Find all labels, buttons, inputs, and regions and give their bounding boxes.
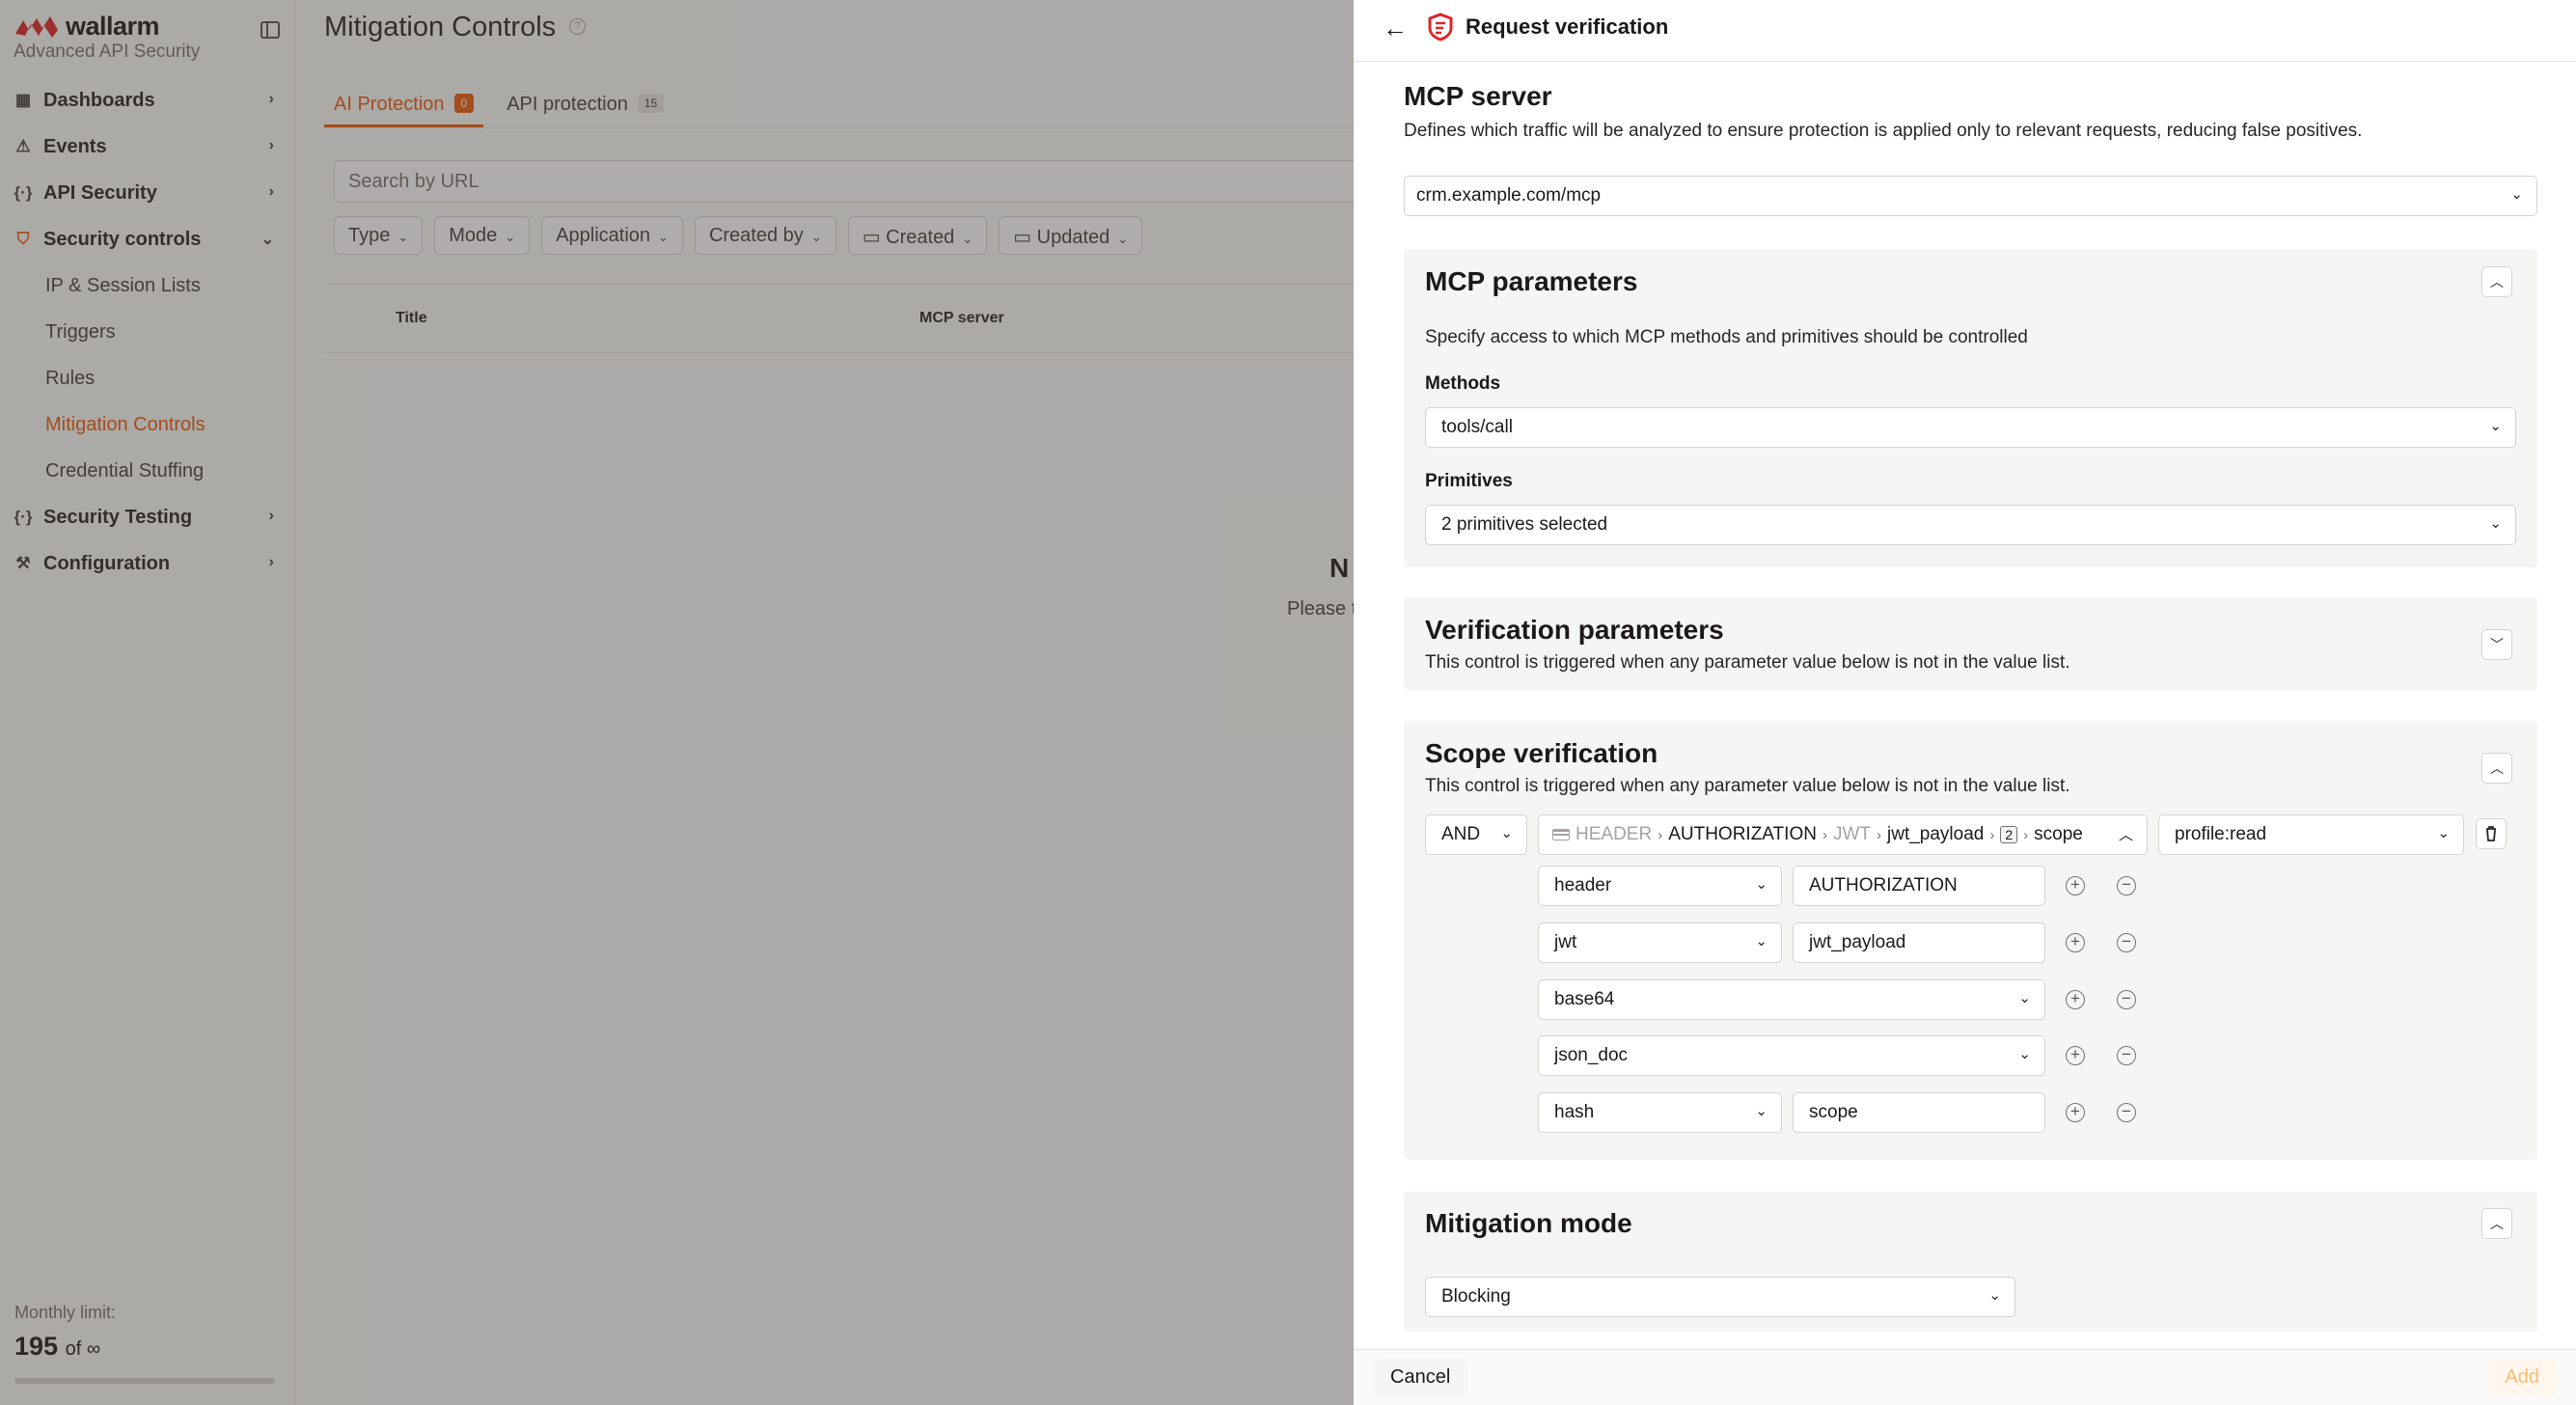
- chevron-down-icon: ⌄: [2510, 186, 2523, 203]
- chevron-down-icon: ⌄: [1755, 933, 1768, 950]
- remove-circle-icon[interactable]: −: [2117, 1046, 2136, 1065]
- mcp-parameters-title: MCP parameters: [1425, 266, 1638, 296]
- drawer-footer: Cancel Add: [1354, 1349, 2576, 1405]
- methods-select[interactable]: tools/call ⌄: [1425, 407, 2516, 448]
- mcp-server-desc: Defines which traffic will be analyzed t…: [1404, 121, 2363, 141]
- path-type-select-json-doc[interactable]: json_doc ⌄: [1538, 1035, 2045, 1076]
- scope-verification-title: Scope verification: [1425, 738, 1658, 768]
- mcp-server-title: MCP server: [1404, 81, 1552, 111]
- path-index-badge: 2: [2000, 826, 2018, 843]
- cancel-button[interactable]: Cancel: [1373, 1360, 1468, 1396]
- path-part: HEADER: [1576, 824, 1653, 844]
- value-select[interactable]: profile:read ⌄: [2158, 814, 2464, 855]
- chevron-down-icon: ⌄: [1755, 876, 1768, 893]
- path-type-select-header[interactable]: header ⌄: [1538, 866, 1782, 906]
- add-button[interactable]: Add: [2487, 1360, 2557, 1396]
- mitigation-mode-select[interactable]: Blocking ⌄: [1425, 1277, 2015, 1317]
- chevron-down-icon: ⌄: [1988, 1287, 2001, 1304]
- mcp-server-select[interactable]: crm.example.com/mcp ⌄: [1404, 176, 2537, 216]
- trash-icon: [2486, 826, 2496, 841]
- path-type-select-base64[interactable]: base64 ⌄: [1538, 979, 2045, 1020]
- select-value: jwt: [1554, 932, 1577, 952]
- chevron-down-icon: ⌄: [2489, 515, 2502, 532]
- path-value-input-authorization[interactable]: AUTHORIZATION: [1793, 866, 2045, 906]
- chevron-right-icon: ›: [1822, 827, 1827, 843]
- select-value: profile:read: [2175, 824, 2267, 844]
- chevron-down-icon: ⌄: [2018, 1046, 2031, 1062]
- select-value: json_doc: [1554, 1045, 1629, 1065]
- remove-circle-icon[interactable]: −: [2117, 933, 2136, 952]
- expand-panel-button[interactable]: ﹀: [2481, 629, 2512, 660]
- chevron-down-icon: ⌄: [2489, 418, 2502, 434]
- shield-logo-icon: [1428, 13, 1453, 41]
- verification-parameters-desc: This control is triggered when any param…: [1425, 652, 2070, 673]
- path-part: scope: [2034, 824, 2083, 844]
- add-circle-icon[interactable]: +: [2066, 933, 2085, 952]
- add-circle-icon[interactable]: +: [2066, 876, 2085, 895]
- chevron-down-icon: ⌄: [1500, 825, 1513, 841]
- path-type-select-jwt[interactable]: jwt ⌄: [1538, 923, 1782, 963]
- chevron-down-icon: ⌄: [2018, 990, 2031, 1006]
- primitives-label: Primitives: [1425, 471, 1513, 491]
- chevron-right-icon: ›: [1877, 827, 1881, 843]
- chevron-down-icon: ⌄: [2437, 825, 2450, 841]
- primitives-select[interactable]: 2 primitives selected ⌄: [1425, 505, 2516, 545]
- verification-parameters-title: Verification parameters: [1425, 615, 1724, 645]
- drawer-title: Request verification: [1466, 14, 1669, 39]
- select-value: hash: [1554, 1102, 1595, 1122]
- path-part: AUTHORIZATION: [1668, 824, 1817, 844]
- delete-condition-button[interactable]: [2476, 818, 2507, 849]
- mitigation-mode-title: Mitigation mode: [1425, 1208, 1632, 1238]
- remove-circle-icon[interactable]: −: [2117, 990, 2136, 1009]
- path-part: jwt_payload: [1887, 824, 1985, 844]
- add-circle-icon[interactable]: +: [2066, 1103, 2085, 1122]
- select-value: Blocking: [1441, 1286, 1511, 1307]
- select-value: crm.example.com/mcp: [1416, 185, 1602, 206]
- chevron-right-icon: ›: [1658, 827, 1663, 843]
- select-value: 2 primitives selected: [1441, 514, 1608, 535]
- select-value: AND: [1441, 824, 1481, 844]
- mcp-parameters-desc: Specify access to which MCP methods and …: [1425, 327, 2028, 347]
- select-value: base64: [1554, 989, 1615, 1009]
- path-part: JWT: [1832, 824, 1871, 844]
- back-arrow-icon[interactable]: ←: [1383, 14, 1408, 43]
- chevron-up-icon: ︿: [2118, 827, 2133, 843]
- collapse-panel-button[interactable]: ︿: [2481, 266, 2512, 297]
- select-value: header: [1554, 875, 1612, 895]
- methods-label: Methods: [1425, 373, 1501, 394]
- header-icon: [1552, 828, 1570, 840]
- remove-circle-icon[interactable]: −: [2117, 1103, 2136, 1122]
- add-circle-icon[interactable]: +: [2066, 990, 2085, 1009]
- remove-circle-icon[interactable]: −: [2117, 876, 2136, 895]
- drawer-header: ← Request verification: [1354, 0, 2576, 62]
- modal-backdrop[interactable]: [0, 0, 1354, 1405]
- scope-verification-desc: This control is triggered when any param…: [1425, 776, 2070, 796]
- chevron-down-icon: ⌄: [1755, 1103, 1768, 1119]
- path-type-select-hash[interactable]: hash ⌄: [1538, 1092, 1782, 1133]
- select-value: tools/call: [1441, 417, 1513, 437]
- operator-select[interactable]: AND ⌄: [1425, 814, 1527, 855]
- parameter-path-select[interactable]: HEADER › AUTHORIZATION › JWT › jwt_payload › 2 › s…: [1538, 814, 2148, 855]
- collapse-panel-button[interactable]: ︿: [2481, 1208, 2512, 1239]
- path-value-input-scope[interactable]: scope: [1793, 1092, 2045, 1133]
- chevron-right-icon: ›: [2023, 827, 2029, 843]
- add-circle-icon[interactable]: +: [2066, 1046, 2085, 1065]
- path-value-input-jwt-payload[interactable]: jwt_payload: [1793, 923, 2045, 963]
- collapse-panel-button[interactable]: ︿: [2481, 753, 2512, 784]
- chevron-right-icon: ›: [1989, 827, 1995, 843]
